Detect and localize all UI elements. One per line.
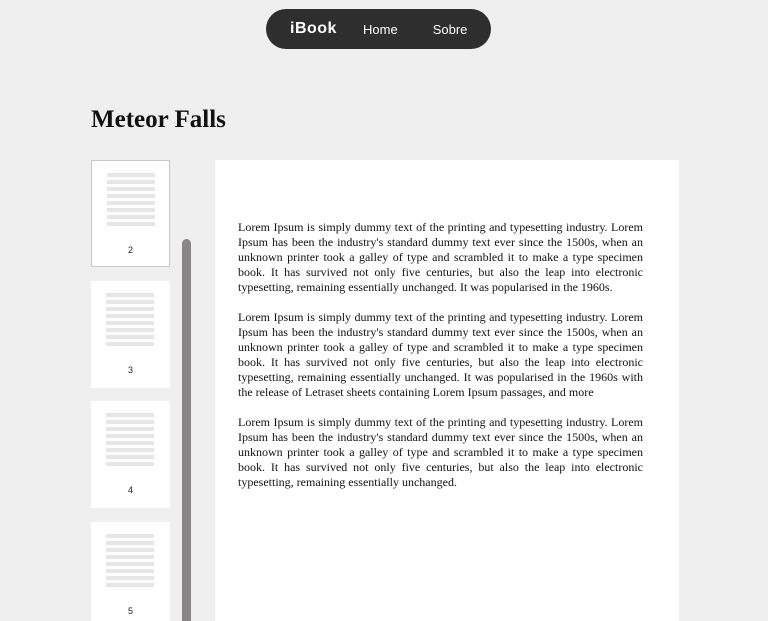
paragraph: Lorem Ipsum is simply dummy text of the … bbox=[238, 310, 643, 399]
logo[interactable]: iBook bbox=[290, 20, 363, 38]
thumbnail-preview bbox=[107, 173, 155, 229]
page-thumbnail[interactable]: 4 bbox=[91, 401, 170, 508]
thumbnail-preview bbox=[106, 293, 154, 349]
logo-text: iBook bbox=[290, 20, 337, 37]
scrollbar-thumb[interactable] bbox=[182, 239, 191, 621]
book-title: Meteor Falls bbox=[91, 106, 226, 133]
page-thumbnail[interactable]: 5 bbox=[91, 522, 170, 621]
thumbnail-preview bbox=[106, 534, 154, 590]
thumbnail-scrollbar[interactable] bbox=[182, 160, 191, 621]
paragraph: Lorem Ipsum is simply dummy text of the … bbox=[238, 415, 643, 489]
document-text: Lorem Ipsum is simply dummy text of the … bbox=[238, 220, 643, 505]
nav-link-home[interactable]: Home bbox=[363, 22, 398, 37]
thumbnail-page-number: 2 bbox=[127, 245, 133, 255]
thumbnail-preview bbox=[106, 413, 154, 469]
thumbnail-page-number: 5 bbox=[127, 606, 133, 616]
reader-page: iBook Home Sobre Meteor Falls 2 3 4 5 Lo… bbox=[0, 0, 768, 621]
nav-link-sobre[interactable]: Sobre bbox=[433, 22, 468, 37]
page-thumbnail[interactable]: 2 bbox=[91, 160, 170, 267]
thumbnail-page-number: 4 bbox=[127, 485, 133, 495]
page-thumbnail[interactable]: 3 bbox=[91, 281, 170, 388]
top-nav: iBook Home Sobre bbox=[266, 9, 491, 49]
thumbnail-page-number: 3 bbox=[127, 365, 133, 375]
paragraph: Lorem Ipsum is simply dummy text of the … bbox=[238, 220, 643, 294]
document-page: Lorem Ipsum is simply dummy text of the … bbox=[215, 160, 679, 621]
